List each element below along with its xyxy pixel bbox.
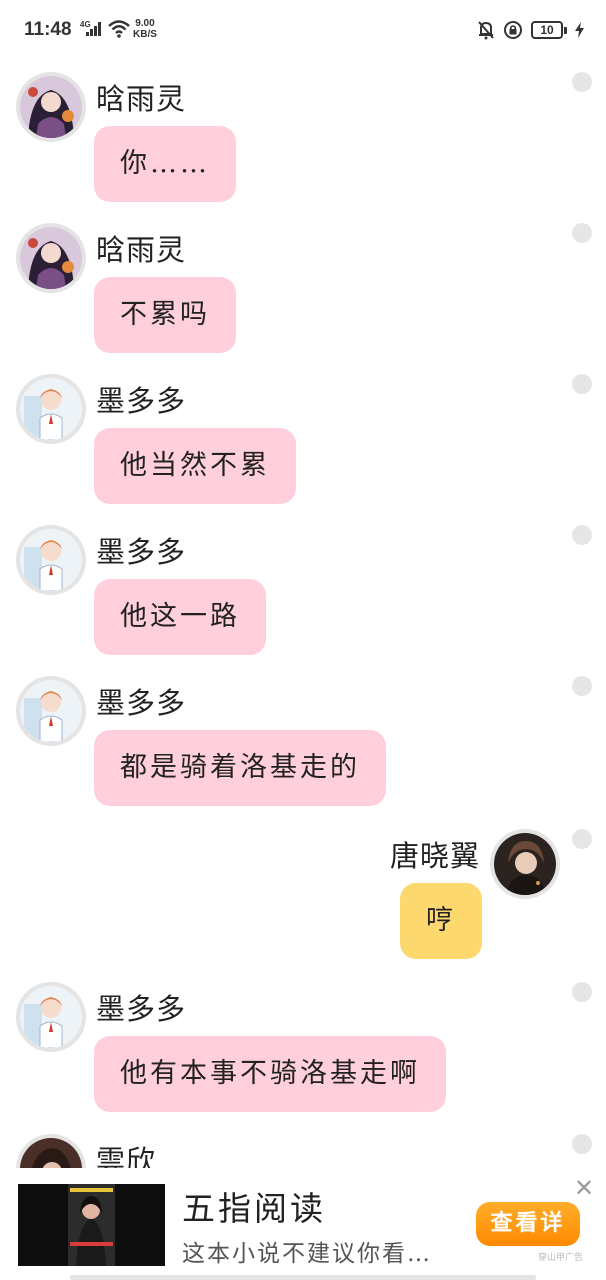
- avatar[interactable]: [16, 525, 86, 595]
- sender-name: 墨多多: [96, 686, 187, 720]
- read-status-dot: [572, 829, 592, 849]
- avatar[interactable]: [16, 223, 86, 293]
- message-bubble[interactable]: 他有本事不骑洛基走啊: [94, 1036, 446, 1112]
- read-status-dot: [572, 1134, 592, 1154]
- avatar[interactable]: [490, 829, 560, 899]
- ad-view-details-button[interactable]: 查看详: [476, 1202, 580, 1246]
- girl-avatar-icon: [20, 76, 82, 138]
- ad-thumbnail-image-icon: [18, 1184, 165, 1266]
- sender-name: 墨多多: [96, 992, 187, 1026]
- close-icon[interactable]: ✕: [574, 1176, 594, 1200]
- avatar[interactable]: [16, 72, 86, 142]
- sender-name: 晗雨灵: [96, 233, 187, 267]
- ad-source-badge: 穿山甲广告: [538, 1253, 584, 1263]
- girl-avatar-icon: [20, 227, 82, 289]
- message-bubble[interactable]: 他当然不累: [94, 428, 296, 504]
- read-status-dot: [572, 223, 592, 243]
- status-icons: 10: [477, 20, 584, 40]
- ad-title[interactable]: 五指阅读: [182, 1182, 326, 1230]
- sender-name: 墨多多: [96, 535, 187, 569]
- status-bar: 11:48 4G 9.00 KB/S 10: [0, 0, 606, 62]
- boy-avatar-icon: [20, 378, 82, 440]
- sender-name: 唐晓翼: [389, 839, 480, 873]
- read-status-dot: [572, 982, 592, 1002]
- message-bubble[interactable]: 哼: [400, 883, 482, 959]
- speed-value: 9.00: [135, 18, 155, 29]
- message-bubble[interactable]: 不累吗: [94, 277, 236, 353]
- boy-avatar-icon: [20, 680, 82, 742]
- battery-icon: 10: [531, 21, 567, 39]
- boy-avatar-icon: [20, 529, 82, 591]
- message-bubble[interactable]: 你……: [94, 126, 236, 202]
- read-status-dot: [572, 676, 592, 696]
- ad-banner[interactable]: 五指阅读 这本小说不建议你看… 查看详 ✕ 穿山甲广告: [0, 1168, 606, 1280]
- battery-tip: [564, 26, 567, 34]
- read-status-dot: [572, 525, 592, 545]
- charging-icon: [575, 22, 584, 38]
- dark-avatar-icon: [494, 833, 556, 895]
- message-bubble[interactable]: 都是骑着洛基走的: [94, 730, 386, 806]
- ad-progress-bar: [70, 1275, 536, 1280]
- status-time: 11:48: [24, 19, 72, 40]
- ad-description[interactable]: 这本小说不建议你看…: [182, 1234, 432, 1268]
- read-status-dot: [572, 72, 592, 92]
- mute-bell-icon: [478, 21, 494, 40]
- avatar[interactable]: [16, 676, 86, 746]
- ad-thumbnail[interactable]: [18, 1184, 165, 1266]
- read-status-dot: [572, 374, 592, 394]
- sender-name: 墨多多: [96, 384, 187, 418]
- wifi-icon: [108, 20, 130, 38]
- battery-level: 10: [531, 21, 563, 39]
- rotation-lock-icon: [504, 21, 522, 39]
- signal-icon: [86, 22, 101, 36]
- network-speed: 9.00 KB/S: [133, 18, 157, 40]
- message-bubble[interactable]: 他这一路: [94, 579, 266, 655]
- speed-unit: KB/S: [133, 29, 157, 40]
- avatar[interactable]: [16, 982, 86, 1052]
- boy-avatar-icon: [20, 986, 82, 1048]
- sender-name: 晗雨灵: [96, 82, 187, 116]
- avatar[interactable]: [16, 374, 86, 444]
